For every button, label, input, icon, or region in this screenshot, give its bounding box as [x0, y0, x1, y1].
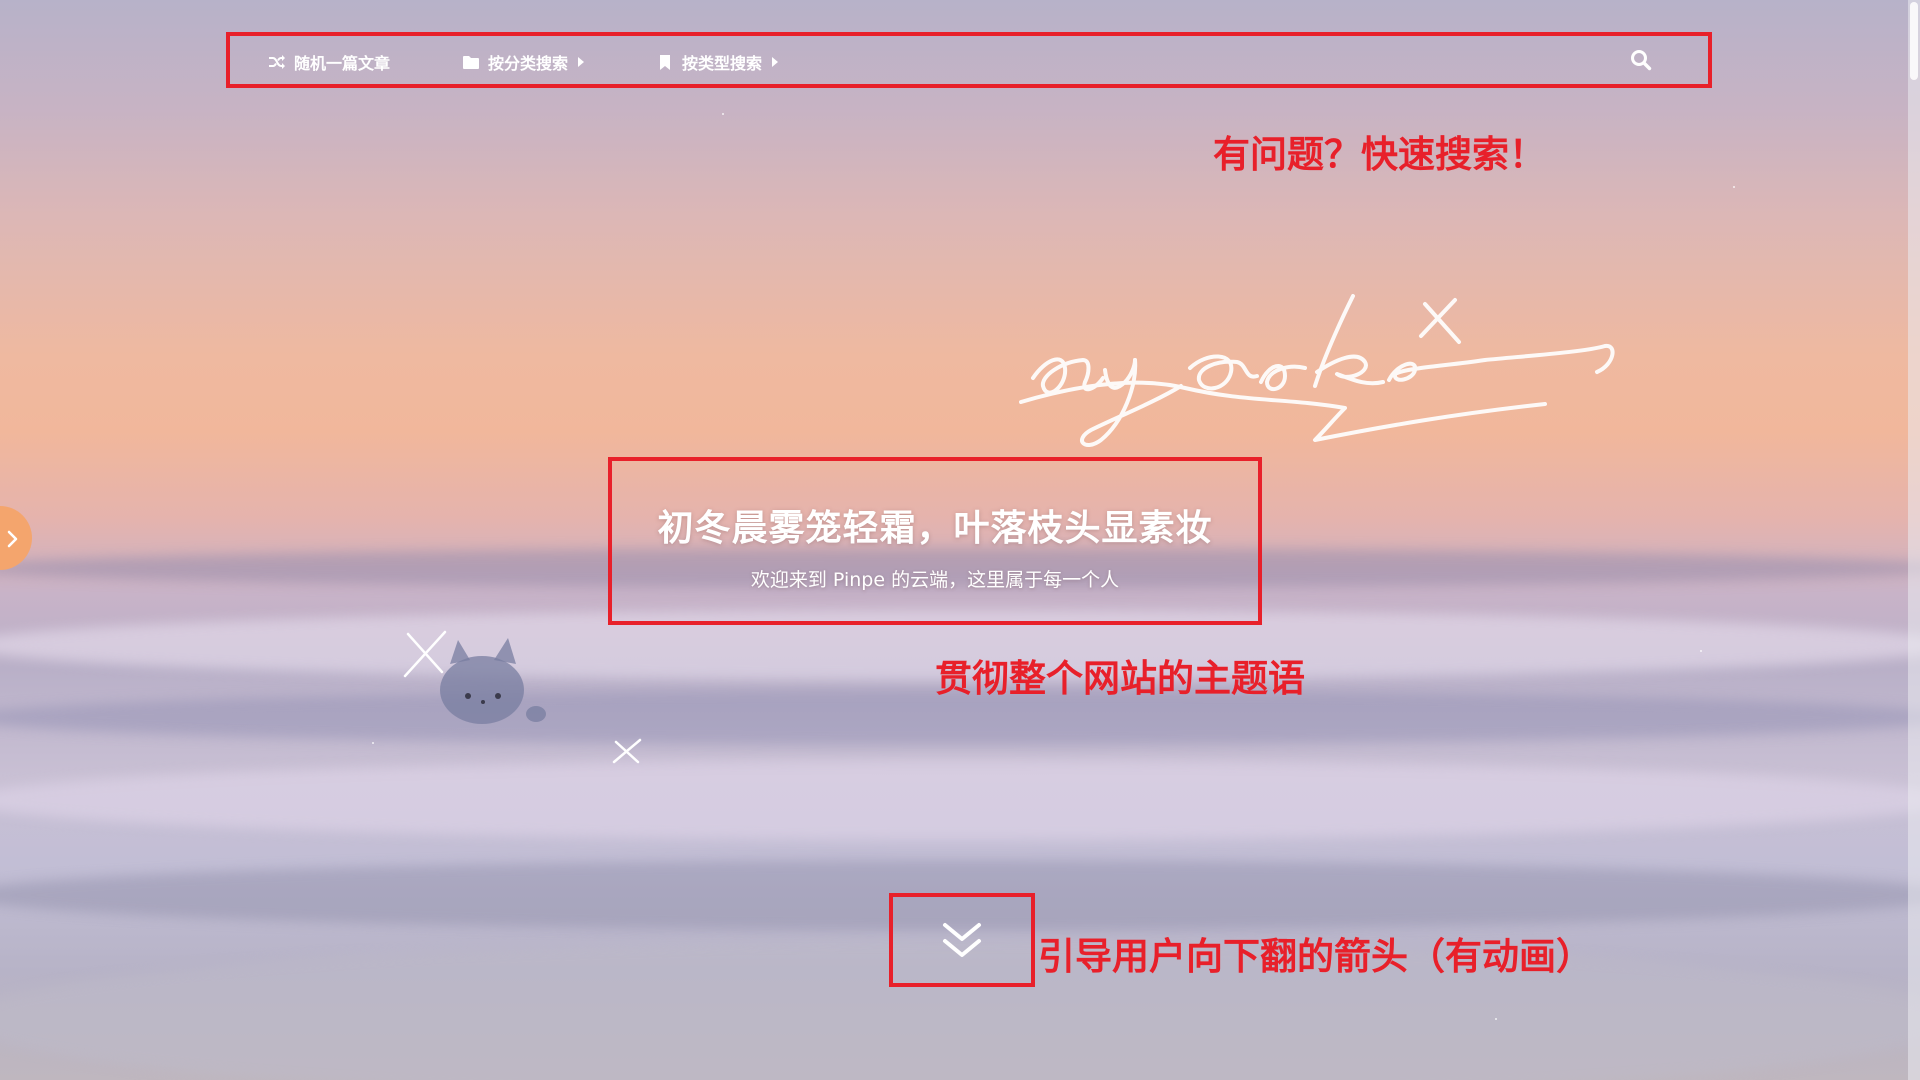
hero-subtitle: 欢迎来到 Pinpe 的云端，这里属于每一个人 [750, 569, 1120, 591]
hero-title: 初冬晨雾笼轻霜，叶落枝头显素妆 [657, 508, 1213, 549]
nav-by-category-label: 按分类搜索 [488, 54, 569, 73]
sparkle [722, 113, 724, 115]
caret-right-icon [772, 57, 779, 67]
hero-background: 随机一篇文章 按分类搜索 按类型搜索 有问题？快速搜索！ 初冬晨雾笼轻霜，叶落枝… [0, 0, 1920, 1080]
top-navigation: 随机一篇文章 按分类搜索 按类型搜索 [226, 32, 1712, 88]
nav-by-type[interactable]: 按类型搜索 [656, 50, 779, 74]
bookmark-icon [656, 53, 674, 71]
nav-by-type-label: 按类型搜索 [682, 54, 763, 73]
cloud-layer [0, 760, 1920, 840]
sparkle-star [403, 630, 447, 678]
vertical-scrollbar[interactable] [1908, 0, 1920, 1080]
sparkle-star [612, 738, 642, 764]
folder-icon [462, 53, 480, 71]
sparkle [1495, 1018, 1497, 1020]
shuffle-icon [268, 53, 286, 71]
nav-random-article-label: 随机一篇文章 [294, 54, 391, 73]
nav-by-category[interactable]: 按分类搜索 [462, 50, 585, 74]
annotation-search: 有问题？快速搜索！ [1213, 133, 1546, 176]
search-icon [1631, 50, 1652, 71]
chevron-right-icon [7, 530, 18, 548]
search-button[interactable] [1630, 49, 1652, 71]
caret-right-icon [578, 57, 585, 67]
hero-motto: 初冬晨雾笼轻霜，叶落枝头显素妆 欢迎来到 Pinpe 的云端，这里属于每一个人 [608, 457, 1262, 625]
scroll-down-button[interactable] [889, 893, 1035, 987]
scrollbar-thumb[interactable] [1910, 2, 1918, 80]
sparkle [1733, 186, 1735, 188]
nav-random-article[interactable]: 随机一篇文章 [268, 50, 390, 74]
sparkle [1700, 650, 1702, 652]
annotation-motto: 贯彻整个网站的主题语 [935, 657, 1305, 700]
double-chevron-down-icon [943, 923, 981, 957]
sparkle [372, 742, 374, 744]
annotation-arrow: 引导用户向下翻的箭头（有动画） [1038, 935, 1593, 978]
